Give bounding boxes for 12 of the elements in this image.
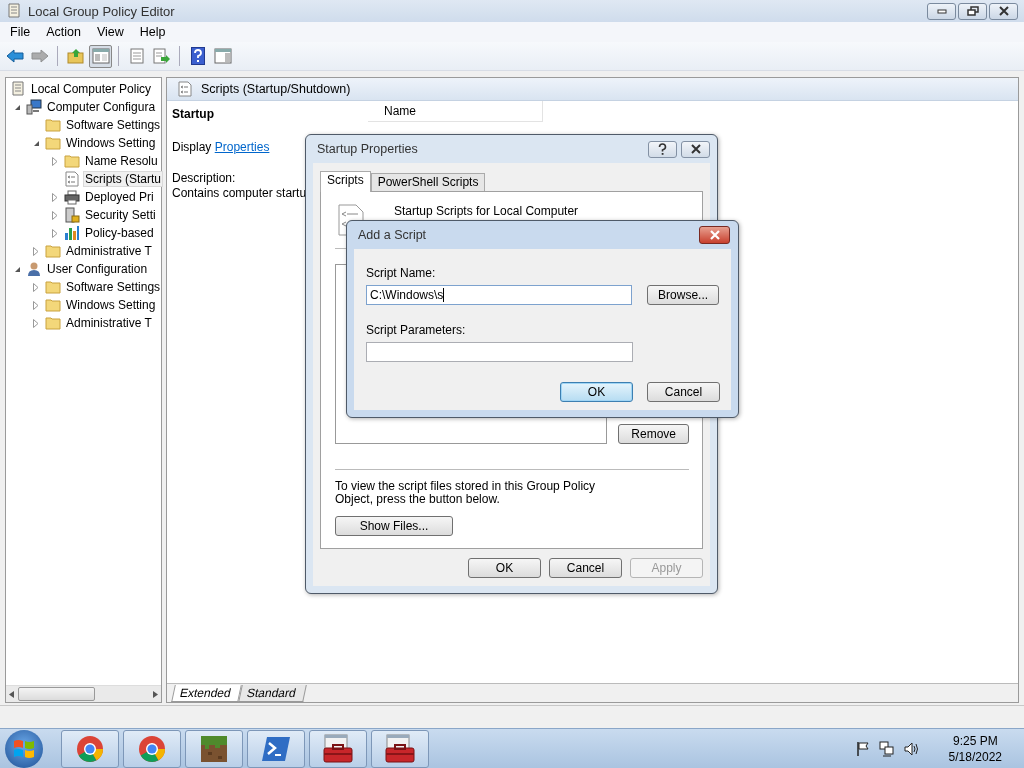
description-label: Description: bbox=[172, 171, 236, 185]
dialog-title: Add a Script bbox=[358, 228, 427, 242]
scripts-heading: Startup Scripts for Local Computer bbox=[394, 205, 579, 218]
display-label: Display bbox=[172, 140, 212, 154]
window-title: Local Group Policy Editor bbox=[28, 3, 175, 19]
field-label: Script Parameters: bbox=[366, 323, 467, 337]
field-label: Script Name: bbox=[366, 266, 437, 280]
dialog-title: Startup Properties bbox=[317, 142, 418, 156]
description-text: Contains computer startu bbox=[172, 186, 307, 200]
instruction-text: To view the script files stored in this Group Policy Object, press the button below. bbox=[335, 480, 597, 506]
pane-title: Scripts (Startup/Shutdown) bbox=[201, 82, 351, 96]
section-heading: Startup bbox=[172, 107, 214, 121]
